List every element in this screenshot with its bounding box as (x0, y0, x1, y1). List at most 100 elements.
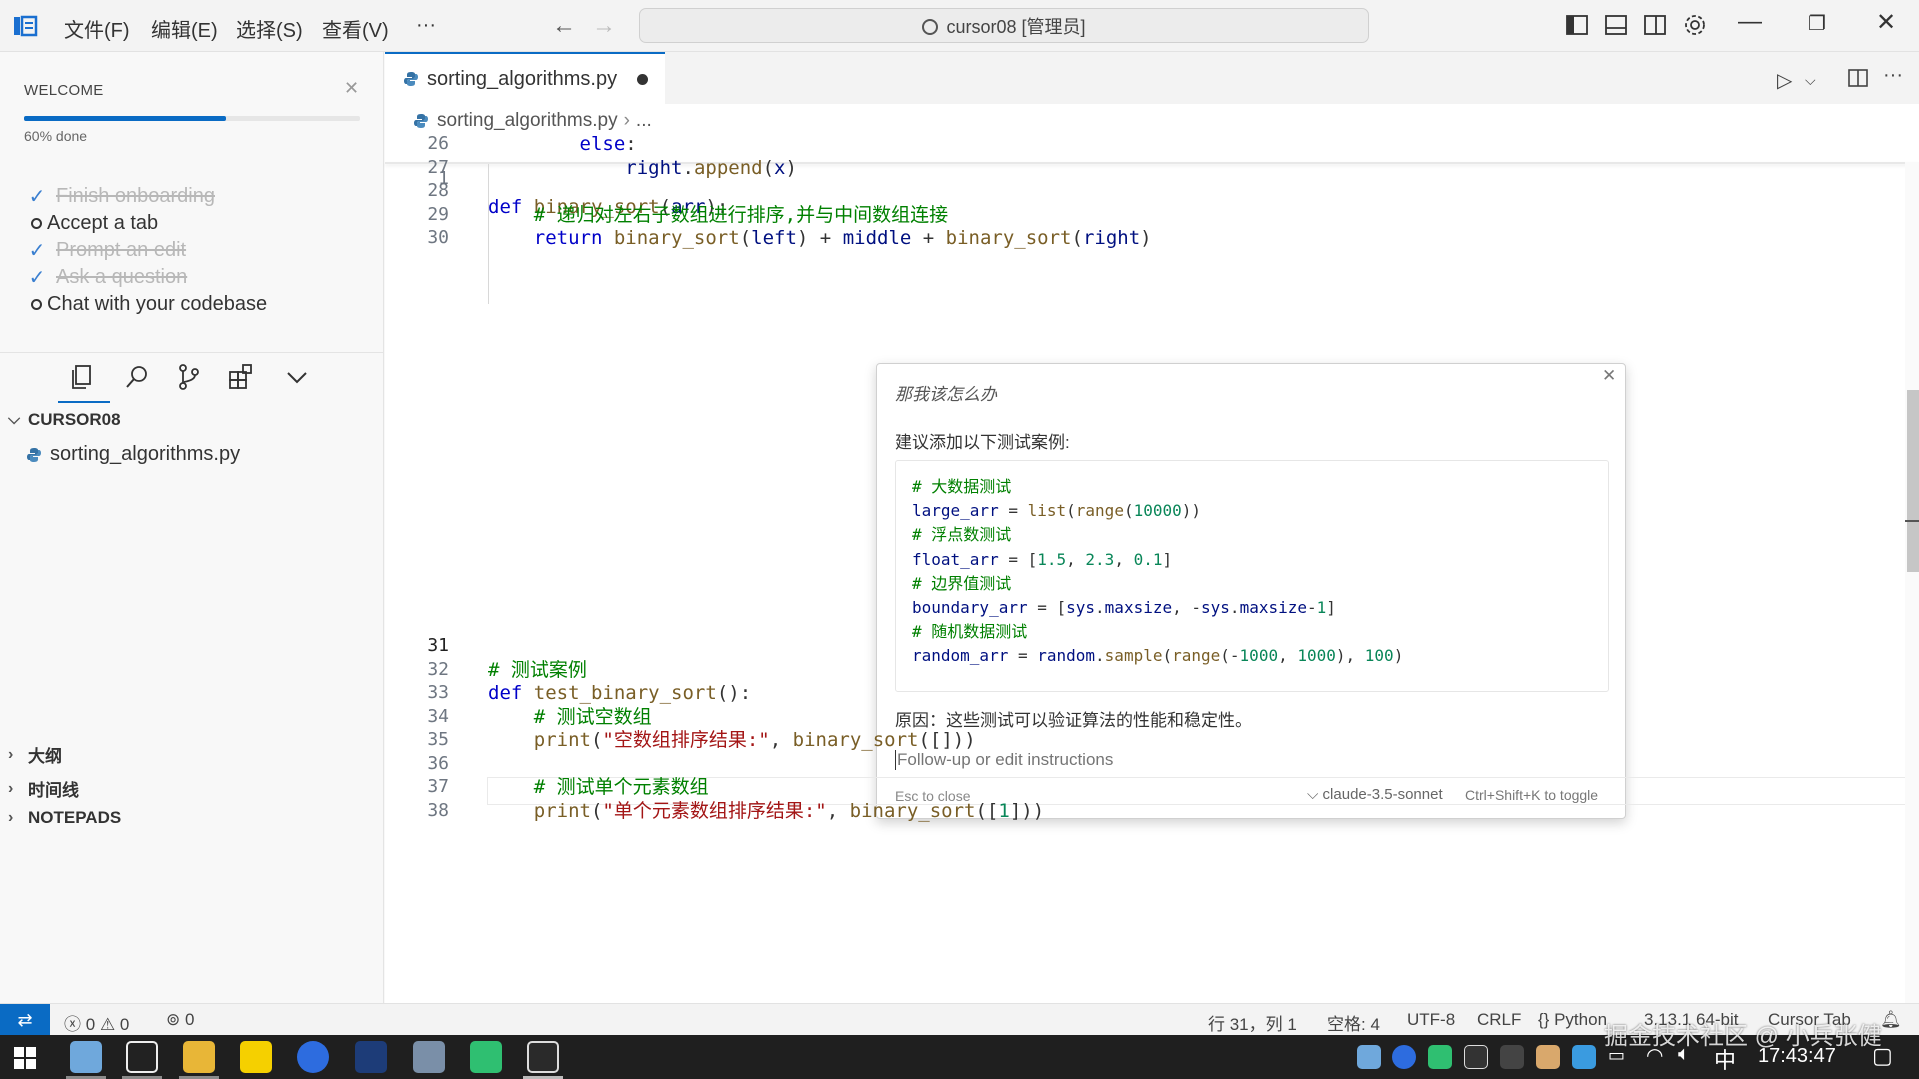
tray-display-icon[interactable] (1572, 1045, 1596, 1069)
terminal-app-icon[interactable] (355, 1041, 387, 1073)
tab-bar: sorting_algorithms.py ▷ ⌵ ··· (385, 52, 1919, 104)
sidebar: WELCOME ✕ 60% done ✓ Finish onboarding Acc… (0, 52, 384, 1003)
unsaved-dot-icon[interactable] (637, 73, 649, 85)
python-file-icon (414, 114, 428, 128)
task-label: Prompt an edit (56, 238, 187, 261)
chevron-down-icon[interactable] (282, 362, 312, 392)
tray-notes-icon[interactable] (1428, 1045, 1452, 1069)
onboarding-task[interactable]: Chat with your codebase (26, 290, 267, 318)
cursor-position[interactable]: 行 31，列 1 (1208, 1010, 1297, 1035)
chat-code-line: # 浮点数测试 (912, 525, 1012, 545)
indentation[interactable]: 空格: 4 (1327, 1010, 1380, 1035)
menu-view[interactable]: 查看(V) (322, 14, 389, 43)
problems-indicator[interactable]: ⓧ 0 ⚠ 0 (64, 1010, 129, 1035)
folder-name: CURSOR08 (28, 410, 121, 429)
tray-app-icon[interactable] (1500, 1045, 1524, 1069)
tray-avatar-icon[interactable] (1357, 1045, 1381, 1069)
command-center-search[interactable]: cursor08 [管理员] (639, 8, 1369, 43)
restore-window-icon[interactable]: ❐ (1808, 11, 1826, 36)
source-control-icon[interactable] (174, 362, 204, 392)
checkmark-icon: ✓ (28, 239, 46, 262)
extensions-icon[interactable] (226, 362, 256, 392)
run-icon[interactable]: ▷ (1777, 68, 1792, 93)
explorer-folder-header[interactable]: ⌵ CURSOR08 (8, 410, 121, 430)
onboarding-task[interactable]: Accept a tab (26, 209, 158, 237)
explorer-file-item[interactable]: sorting_algorithms.py (26, 443, 240, 466)
menu-edit[interactable]: 编辑(E) (151, 14, 218, 43)
encoding[interactable]: UTF-8 (1407, 1010, 1455, 1030)
code-text: print("单个元素数组排序结果:", binary_sort([1])) (533, 799, 1045, 822)
close-icon[interactable]: ✕ (1602, 366, 1616, 386)
tray-intellij-icon[interactable] (1464, 1045, 1488, 1069)
task-label: Ask a question (56, 265, 188, 288)
explorer-files-icon[interactable] (68, 362, 98, 392)
close-window-icon[interactable]: ✕ (1876, 8, 1896, 37)
avatar-app-icon[interactable] (70, 1041, 102, 1073)
cursor-app-icon[interactable] (527, 1041, 559, 1073)
outline-section[interactable]: › 大纲 (8, 742, 62, 767)
ports-count: 0 (184, 1010, 195, 1029)
notepads-section[interactable]: › NOTEPADS (8, 808, 121, 828)
notes-app-icon[interactable] (470, 1041, 502, 1073)
chat-user-query: 那我该怎么办 (895, 385, 997, 404)
end-of-line[interactable]: CRLF (1477, 1010, 1521, 1030)
chat-code-line: boundary_arr = [sys.maxsize, -sys.maxsiz… (912, 598, 1336, 618)
more-actions-icon[interactable]: ··· (1883, 64, 1903, 87)
tab-sorting-algorithms[interactable]: sorting_algorithms.py (385, 52, 665, 104)
braces-icon: {} (1538, 1010, 1550, 1029)
back-arrow-icon[interactable]: ← (552, 12, 576, 40)
menu-selection[interactable]: 选择(S) (236, 14, 303, 43)
cursor-logo-icon[interactable] (12, 14, 38, 38)
title-bar: 文件(F) 编辑(E) 选择(S) 查看(V) ··· ← → cursor08… (0, 0, 1919, 52)
onboarding-task[interactable]: ✓ Finish onboarding (26, 182, 215, 210)
forward-arrow-icon[interactable]: → (592, 12, 616, 40)
onboarding-task[interactable]: ✓ Ask a question (26, 263, 188, 291)
active-view-indicator (58, 401, 110, 403)
remote-desktop-icon[interactable] (413, 1041, 445, 1073)
code-line[interactable]: 38 print("单个元素数组排序结果:", binary_sort([1])… (385, 797, 1919, 825)
toggle-primary-sidebar-icon[interactable] (1565, 14, 1589, 36)
task-app-icon[interactable] (297, 1041, 329, 1073)
chevron-right-icon: › (8, 809, 14, 826)
remote-connection-icon[interactable]: ⇄ (0, 1004, 50, 1036)
minimize-window-icon[interactable]: — (1738, 8, 1762, 36)
welcome-close-icon[interactable]: ✕ (344, 78, 359, 99)
timeline-section[interactable]: › 时间线 (8, 776, 79, 801)
warning-icon: ⚠ (99, 1015, 116, 1034)
tray-task-icon[interactable] (1392, 1045, 1416, 1069)
split-editor-icon[interactable] (1847, 68, 1869, 88)
tab-label: sorting_algorithms.py (427, 67, 618, 90)
breadcrumb-file[interactable]: sorting_algorithms.py (437, 110, 618, 132)
toggle-panel-icon[interactable] (1604, 14, 1628, 36)
onboarding-progress-fill (24, 116, 226, 121)
run-dropdown-chevron-icon[interactable]: ⌵ (1805, 72, 1816, 89)
file-explorer-icon[interactable] (183, 1041, 215, 1073)
ports-indicator[interactable]: ⊚ 0 (166, 1010, 194, 1030)
search-icon[interactable] (122, 362, 152, 392)
language-mode[interactable]: {} Python (1538, 1010, 1607, 1030)
divider (0, 352, 384, 353)
notifications-bell-icon[interactable]: 🔔︎ (1880, 1010, 1902, 1030)
menu-more[interactable]: ··· (416, 14, 436, 37)
breadcrumb-symbols[interactable]: ... (636, 110, 652, 132)
tray-cat-icon[interactable] (1536, 1045, 1560, 1069)
intellij-app-icon[interactable] (126, 1041, 158, 1073)
onboarding-progress-bar (24, 116, 360, 121)
scrollbar-thumb[interactable] (1907, 390, 1919, 572)
windows-start-icon[interactable] (14, 1047, 36, 1069)
file-name: sorting_algorithms.py (50, 443, 241, 465)
section-label: 时间线 (28, 781, 79, 800)
progress-text: 60% done (24, 128, 88, 144)
toggle-secondary-sidebar-icon[interactable] (1643, 14, 1667, 36)
onboarding-task[interactable]: ✓ Prompt an edit (26, 236, 186, 264)
menu-file[interactable]: 文件(F) (64, 14, 130, 43)
editor-scrollbar[interactable] (1905, 162, 1919, 1003)
broadcast-icon: ⊚ (166, 1010, 181, 1029)
settings-gear-icon[interactable] (1682, 12, 1708, 38)
chat-code-line: # 大数据测试 (912, 477, 1012, 496)
media-player-icon[interactable] (240, 1041, 272, 1073)
chevron-right-icon: › (8, 779, 14, 797)
code-line[interactable]: 30 return binary_sort(left) + middle + b… (385, 224, 1919, 252)
section-label: 大纲 (28, 747, 62, 766)
editor-area: sorting_algorithms.py ▷ ⌵ ··· sorting_al… (385, 52, 1919, 1003)
